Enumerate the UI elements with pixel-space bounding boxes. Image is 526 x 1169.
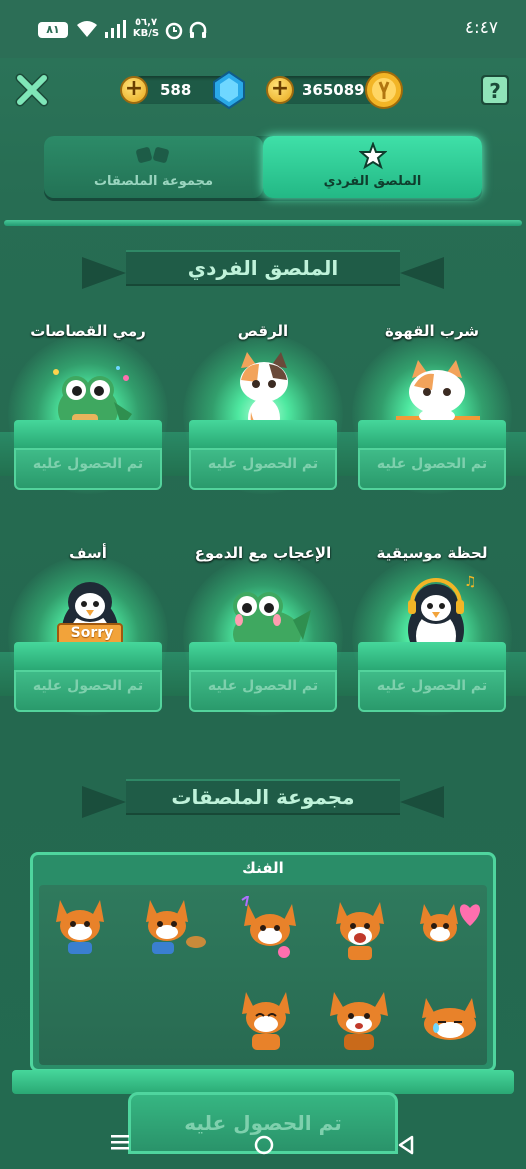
gem-count: 588 (160, 81, 192, 99)
sticker-item[interactable]: شرب القهوة تم الحصول عليه (352, 318, 512, 508)
star-icon (358, 141, 388, 174)
sorry-sign: Sorry (70, 625, 114, 641)
network-speed-value: ٥٦,٧ (134, 17, 158, 28)
back-button[interactable] (394, 1133, 418, 1157)
sticker-pack-icon (134, 142, 172, 172)
fox-sticker (418, 896, 481, 956)
tab-sticker-collection[interactable]: مجموعة الملصقات (44, 136, 263, 198)
banner-right-tail (400, 786, 444, 818)
sticker-item[interactable]: الإعجاب مع الدموع تم الحصول عليه (183, 540, 343, 730)
banner-left-tail (82, 257, 126, 289)
svg-text:?: ? (489, 79, 501, 103)
single-section-title: الملصق الفردي (126, 250, 400, 286)
alarm-icon (164, 20, 184, 44)
sticker-status: تم الحصول عليه (32, 456, 144, 472)
sticker-item[interactable]: لحظة موسيقية ♫ تم الحصول عليه (352, 540, 512, 730)
signal-icon (104, 20, 128, 42)
sticker-status: تم الحصول عليه (207, 456, 319, 472)
sticker-status: تم الحصول عليه (376, 678, 488, 694)
help-icon[interactable]: ? (478, 72, 512, 108)
close-button[interactable] (14, 72, 50, 108)
svg-text:♫: ♫ (464, 574, 477, 590)
sticker-pedestal: تم الحصول عليه (358, 420, 506, 490)
banner-left-tail (82, 786, 126, 818)
collection-name: الفنك (242, 859, 284, 877)
battery-indicator: ٨١ (38, 22, 68, 38)
headphones-icon (188, 20, 208, 44)
add-gems-button[interactable]: + (120, 76, 148, 104)
fox-sticker (140, 896, 206, 956)
sticker-status: تم الحصول عليه (32, 678, 144, 694)
fox-sticker (50, 896, 110, 956)
recent-apps-button[interactable] (108, 1130, 132, 1154)
collection-pedestal (12, 1070, 514, 1094)
sticker-pedestal: تم الحصول عليه (14, 420, 162, 490)
sticker-item[interactable]: الرقص تم الحصول عليه (183, 318, 343, 508)
clock: ٤:٤٧ (464, 18, 498, 38)
network-speed: ٥٦,٧ KB/S (132, 17, 160, 39)
sticker-pedestal: تم الحصول عليه (358, 642, 506, 712)
fox-sticker (326, 990, 388, 1050)
coin-count: 365089 (302, 81, 365, 99)
wifi-icon (76, 20, 98, 42)
network-speed-unit: KB/S (132, 28, 160, 39)
fox-sticker (236, 990, 296, 1050)
home-button[interactable] (252, 1133, 276, 1157)
gem-icon (212, 70, 246, 114)
status-bar: ٨١ ٥٦,٧ KB/S ٤:٤٧ (0, 0, 526, 58)
sticker-status: تم الحصول عليه (376, 456, 488, 472)
tab-single-sticker-label: الملصق الفردي (323, 174, 422, 189)
sticker-pedestal: تم الحصول عليه (189, 642, 337, 712)
sticker-item[interactable]: أسف Sorry تم الحصول عليه (8, 540, 168, 730)
sticker-pedestal: تم الحصول عليه (189, 420, 337, 490)
fox-sticker (330, 896, 390, 960)
tab-sticker-collection-label: مجموعة الملصقات (93, 174, 214, 189)
sticker-item[interactable]: رمي القصاصات تم الحصول عليه (8, 318, 168, 508)
tabs-divider (4, 220, 522, 226)
tab-single-sticker[interactable]: الملصق الفردي (263, 136, 482, 198)
fox-sticker (240, 893, 300, 958)
coin-icon (364, 70, 404, 114)
sticker-pedestal: تم الحصول عليه (14, 642, 162, 712)
banner-right-tail (400, 257, 444, 289)
sticker-tabs: مجموعة الملصقات الملصق الفردي (44, 136, 482, 198)
sticker-status: تم الحصول عليه (207, 678, 319, 694)
add-coins-button[interactable]: + (266, 76, 294, 104)
fox-sticker (416, 990, 476, 1050)
collection-section-title: مجموعة الملصقات (126, 779, 400, 815)
